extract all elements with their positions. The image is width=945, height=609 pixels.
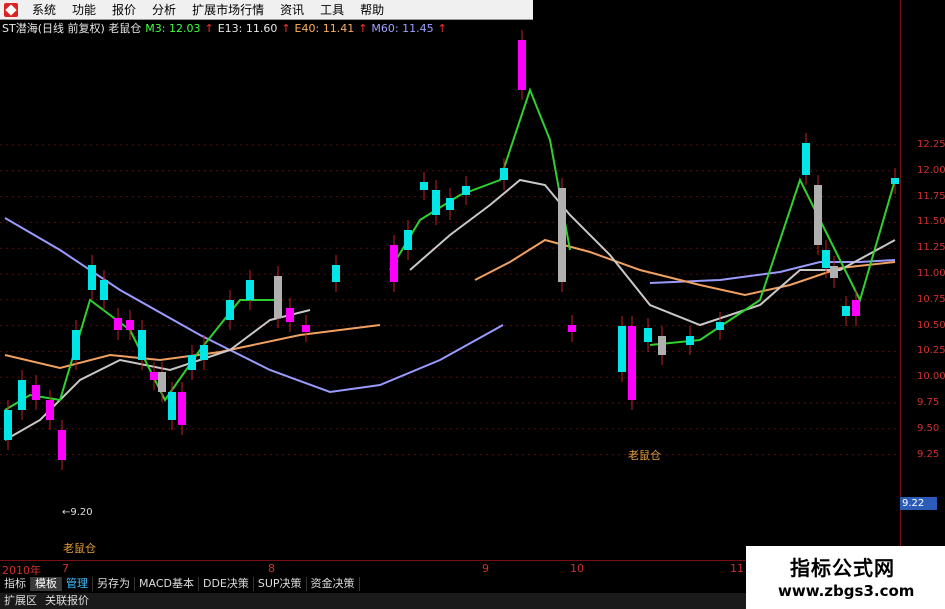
candle-body [58, 430, 66, 460]
candle-body [18, 380, 26, 410]
tab-extension-area[interactable]: 扩展区 [0, 593, 41, 609]
candle-body [462, 186, 470, 195]
candle-body [891, 178, 899, 184]
watermark-title: 指标公式网 [790, 556, 895, 580]
tab-related-quote[interactable]: 关联报价 [41, 593, 93, 609]
candle-body [518, 40, 526, 90]
indicator-tab-bar: 指标 模板 管理 另存为 MACD基本 DDE决策 SUP决策 资金决策 [0, 577, 360, 591]
candle-body [842, 306, 850, 316]
current-price-tag: 9.22 [900, 497, 937, 510]
candle-body [644, 328, 652, 342]
watermark-url: www.zbgs3.com [778, 582, 915, 600]
candle-body [802, 143, 810, 175]
price-label: 10.75 [917, 293, 945, 305]
annotation-rat-position-1: 老鼠仓 [63, 542, 96, 555]
candle-body [286, 308, 294, 322]
candle-body [226, 300, 234, 320]
low-price-marker: ←9.20 [62, 507, 93, 518]
x-label-sep: 9 [482, 562, 489, 575]
price-label: 12.25 [917, 139, 945, 150]
candle-body [568, 325, 576, 332]
x-label-aug: 8 [268, 562, 275, 575]
candle-body [32, 385, 40, 400]
tab-macd[interactable]: MACD基本 [135, 577, 199, 591]
price-label: 12.00 [917, 164, 945, 176]
candle-body [432, 190, 440, 215]
candle-body [100, 280, 108, 300]
x-label-oct: 10 [570, 562, 584, 575]
ma-m3-line [389, 87, 571, 271]
candle-body [302, 325, 310, 332]
tab-dde[interactable]: DDE决策 [199, 577, 254, 591]
candle-body [390, 245, 398, 282]
candle-body [404, 230, 412, 250]
tab-save-as[interactable]: 另存为 [93, 577, 135, 591]
tab-capital[interactable]: 资金决策 [307, 577, 360, 591]
x-label-jul: 7 [62, 562, 69, 575]
candle-body [88, 265, 96, 290]
price-label: 10.50 [917, 319, 945, 331]
candle-body [126, 320, 134, 330]
price-label: 9.75 [917, 397, 940, 408]
ma-m60-line [4, 217, 504, 394]
price-label: 9.50 [917, 422, 940, 434]
candle-body [332, 265, 340, 282]
candle-body [138, 330, 146, 360]
tab-sup[interactable]: SUP决策 [254, 577, 307, 591]
price-label: 11.25 [917, 242, 945, 254]
candle-body [852, 300, 860, 316]
candle-body [114, 318, 122, 330]
candlestick-chart[interactable] [0, 0, 900, 560]
candle-body [628, 326, 636, 400]
x-label-year: 2010年 [2, 564, 41, 577]
tab-indicator[interactable]: 指标 [0, 577, 31, 591]
candle-body [188, 355, 196, 370]
candle-body [500, 168, 508, 180]
candle-body [658, 336, 666, 355]
candle-body [46, 400, 54, 420]
tab-template[interactable]: 模板 [31, 577, 62, 591]
candle-body [420, 182, 428, 190]
candle-body [814, 185, 822, 245]
candle-body [274, 276, 282, 318]
candle-body [246, 280, 254, 300]
low-price-value: 9.20 [70, 507, 93, 518]
price-label: 11.75 [917, 190, 945, 202]
candle-body [558, 188, 566, 282]
candle-body [686, 336, 694, 345]
price-axis [900, 0, 945, 576]
tab-manage[interactable]: 管理 [62, 577, 93, 591]
candle-body [618, 326, 626, 372]
price-label: 11.50 [917, 216, 945, 228]
candle-body [168, 392, 176, 420]
candle-body [200, 345, 208, 360]
candle-body [830, 266, 838, 278]
candle-body [72, 330, 80, 360]
candle-body [716, 322, 724, 330]
annotation-rat-position-2: 老鼠仓 [628, 449, 661, 462]
candle-body [822, 250, 830, 268]
price-label: 10.00 [917, 371, 945, 383]
price-label: 10.25 [917, 345, 945, 357]
candle-body [446, 198, 454, 210]
bottom-bar: 扩展区 关联报价 [0, 593, 760, 609]
price-label: 9.25 [917, 448, 940, 460]
candle-body [178, 392, 186, 425]
candle-body [4, 410, 12, 440]
price-label: 11.00 [917, 268, 945, 279]
candle-body [158, 372, 166, 392]
candle-body [150, 372, 158, 380]
x-label-nov: 11 [730, 562, 744, 575]
